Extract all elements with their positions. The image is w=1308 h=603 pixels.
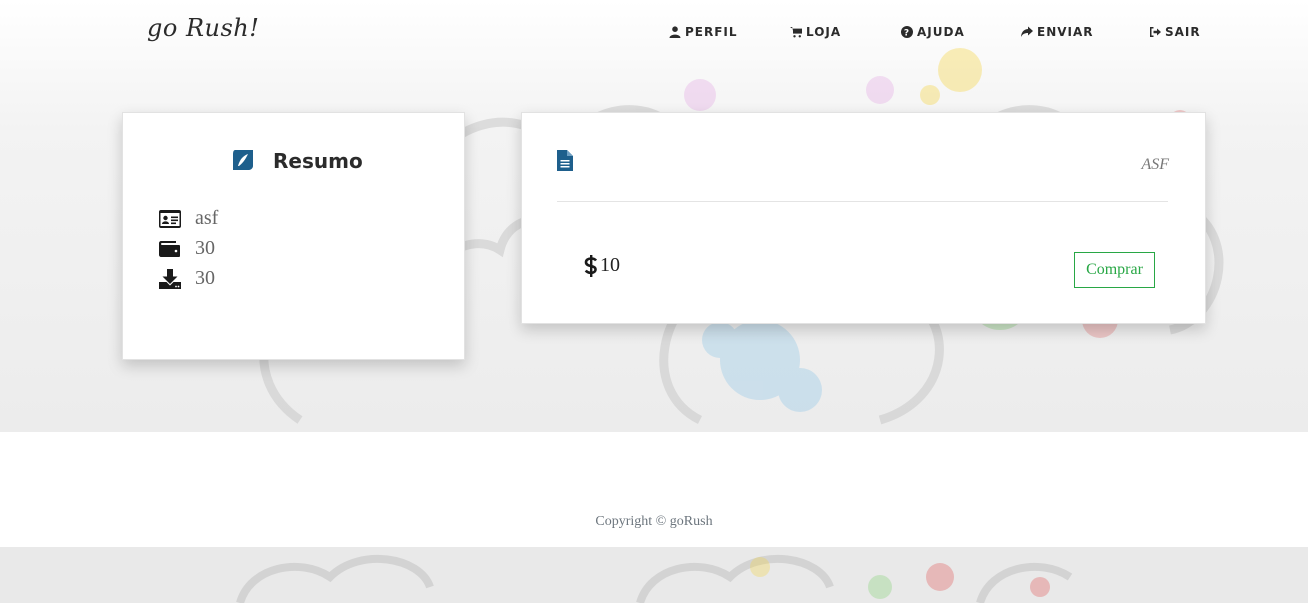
leaf-icon [233,150,253,170]
user-icon [669,26,681,38]
download-icon [159,268,181,289]
nav-ajuda-label: AJUDA [917,25,965,39]
footer-copyright: Copyright © goRush [595,514,713,529]
product-price-value: 10 [600,254,620,276]
nav-sair[interactable]: SAIR [1149,24,1201,40]
product-price: 10 [584,254,620,277]
background-doodle-art-bottom [236,554,1073,603]
summary-row-name: asf [159,207,218,230]
summary-downloads-value: 30 [195,267,215,289]
nav-loja[interactable]: LOJA [790,24,841,40]
file-icon [557,150,573,171]
summary-wallet-value: 30 [195,237,215,259]
footer-background-strip [0,547,1308,603]
question-icon: ? [901,26,913,38]
nav-perfil[interactable]: PERFIL [669,24,738,40]
nav-perfil-label: PERFIL [685,25,738,39]
share-icon [1021,26,1033,37]
sign-out-icon [1150,27,1161,37]
summary-name-value: asf [195,207,219,229]
cart-icon [790,27,802,38]
product-name: ASF [1141,156,1169,173]
wallet-icon [159,240,180,257]
summary-row-wallet: 30 [159,237,215,260]
svg-text:?: ? [904,29,910,39]
brand-logo[interactable]: go Rush! [147,14,259,42]
product-card: ASF 10 Comprar [521,112,1206,324]
id-card-icon [159,209,181,228]
card-divider [557,201,1168,202]
nav-loja-label: LOJA [806,25,842,39]
nav-enviar-label: ENVIAR [1037,25,1094,39]
nav-sair-label: SAIR [1165,25,1201,39]
top-navbar: go Rush! PERFIL LOJA ? AJUDA ENVIAR SAIR [0,0,1308,64]
dollar-icon [584,254,598,277]
nav-ajuda[interactable]: ? AJUDA [901,24,965,40]
summary-card: Resumo asf 30 30 [122,112,465,360]
buy-button[interactable]: Comprar [1074,252,1155,288]
nav-enviar[interactable]: ENVIAR [1021,24,1094,40]
summary-title: Resumo [273,149,363,173]
summary-row-downloads: 30 [159,267,215,290]
